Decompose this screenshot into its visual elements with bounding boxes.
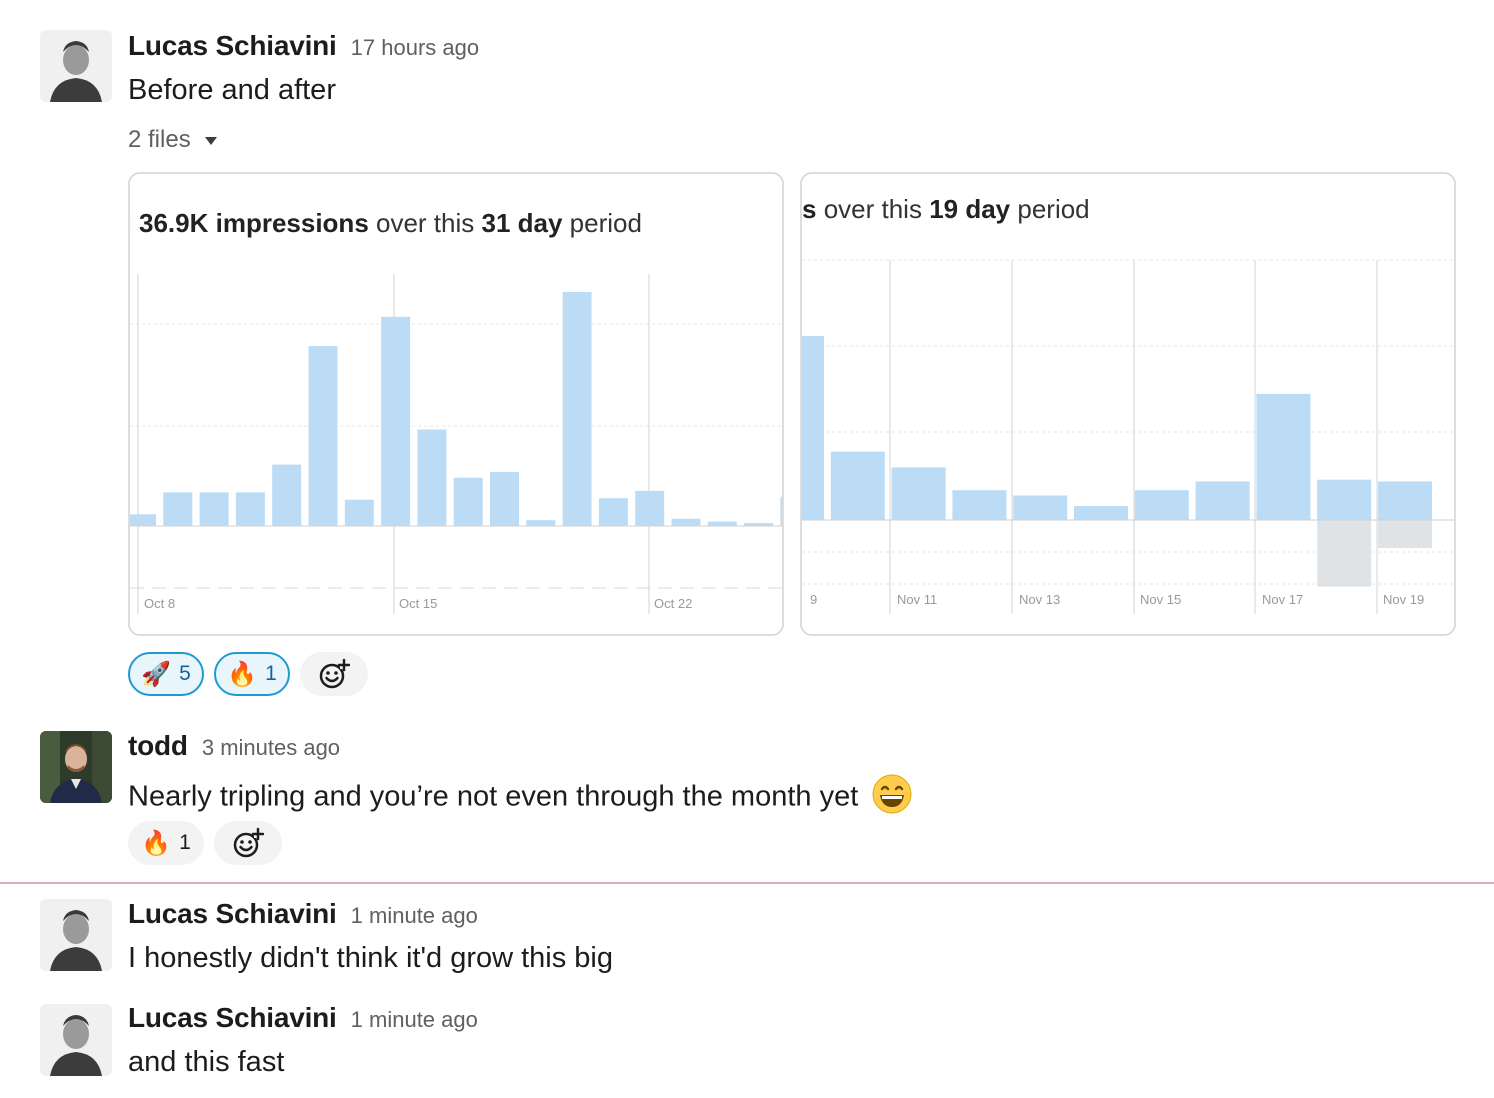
tick-label: Nov 17 <box>1262 592 1303 607</box>
bar <box>526 520 556 526</box>
bar <box>830 451 885 520</box>
grinning-face-icon <box>872 774 912 822</box>
bar <box>1317 479 1372 520</box>
bar-negative <box>1317 520 1372 587</box>
bar <box>344 499 374 526</box>
reactions-bar: 🚀 5 🔥 1 <box>128 652 368 696</box>
impressions-chart-after: 9 Nov 11 Nov 13 Nov 15 Nov 17 Nov 19 <box>802 259 1454 614</box>
fire-icon: 🔥 <box>227 660 258 688</box>
add-reaction-button[interactable] <box>300 652 368 696</box>
timestamp[interactable]: 1 minute ago <box>351 903 478 928</box>
bar <box>272 464 302 526</box>
bar <box>308 346 338 526</box>
bar <box>235 492 265 526</box>
bar <box>598 498 628 526</box>
rocket-icon: 🚀 <box>141 660 172 688</box>
bar <box>671 518 701 526</box>
reaction-rocket[interactable]: 🚀 5 <box>128 652 204 696</box>
message-text: and this fast <box>128 1046 285 1078</box>
author-name[interactable]: Lucas Schiavini 1 minute ago <box>128 1002 478 1034</box>
caret-down-icon <box>204 136 217 145</box>
avatar[interactable] <box>40 1004 112 1076</box>
bar <box>1134 490 1189 520</box>
files-label: 2 files <box>128 126 191 153</box>
avatar[interactable] <box>40 30 112 102</box>
bar <box>1074 505 1128 520</box>
avatar[interactable] <box>40 899 112 971</box>
author-name[interactable]: Lucas Schiavini 17 hours ago <box>128 30 479 62</box>
message-text: Before and after <box>128 74 336 106</box>
tick-label: Nov 11 <box>897 592 937 607</box>
tick-label: 9 <box>810 592 817 607</box>
avatar[interactable] <box>40 731 112 803</box>
reaction-count: 1 <box>179 831 191 854</box>
fire-icon: 🔥 <box>141 829 172 857</box>
bar <box>199 492 229 526</box>
tick-label: Oct 22 <box>654 596 692 611</box>
bar <box>130 514 156 526</box>
tick-label: Oct 15 <box>399 596 437 611</box>
reactions-bar: 🔥 1 <box>128 821 282 865</box>
new-messages-divider <box>0 882 1494 884</box>
bar <box>635 490 665 526</box>
tick-label: Oct 8 <box>144 596 175 611</box>
author-name[interactable]: todd 3 minutes ago <box>128 730 340 762</box>
add-reaction-button[interactable] <box>214 821 282 865</box>
bar <box>707 521 737 526</box>
chart-title: l 36.9K impressions over this 31 day per… <box>130 208 642 238</box>
bar <box>381 316 411 526</box>
bar <box>802 336 824 520</box>
add-emoji-icon <box>233 827 264 858</box>
tick-label: Nov 13 <box>1019 592 1060 607</box>
bar <box>744 523 774 526</box>
bar <box>780 496 782 526</box>
tick-label: Nov 19 <box>1383 592 1424 607</box>
bar <box>562 292 592 526</box>
timestamp[interactable]: 3 minutes ago <box>202 735 340 760</box>
bar <box>1013 495 1068 520</box>
reaction-count: 5 <box>179 662 191 685</box>
bar <box>490 471 519 526</box>
timestamp[interactable]: 1 minute ago <box>351 1007 478 1032</box>
files-toggle[interactable]: 2 files <box>128 126 217 154</box>
reaction-count: 1 <box>265 662 277 685</box>
bar <box>417 429 447 526</box>
bar <box>1195 481 1250 520</box>
message-text: Nearly tripling and you’re not even thro… <box>128 774 912 822</box>
message-text-body: Nearly tripling and you’re not even thro… <box>128 780 859 813</box>
message-text: I honestly didn't think it'd grow this b… <box>128 942 613 974</box>
bar <box>1378 481 1432 520</box>
tick-label: Nov 15 <box>1140 592 1181 607</box>
bar <box>891 467 946 520</box>
chart-title: s over this 19 day period <box>802 194 1090 224</box>
bar <box>453 477 483 526</box>
file-preview-before[interactable]: l 36.9K impressions over this 31 day per… <box>128 172 784 636</box>
bar <box>1256 393 1311 520</box>
bar-negative <box>1378 520 1432 549</box>
timestamp[interactable]: 17 hours ago <box>351 35 479 60</box>
add-emoji-icon <box>319 658 350 689</box>
bar <box>163 492 193 526</box>
author-name[interactable]: Lucas Schiavini 1 minute ago <box>128 898 478 930</box>
file-preview-after[interactable]: s over this 19 day period 9 Nov 11 Nov 13 N… <box>800 172 1456 636</box>
impressions-chart-before: Oct 8 Oct 15 Oct 22 <box>130 274 782 614</box>
bar <box>952 490 1007 520</box>
reaction-fire[interactable]: 🔥 1 <box>128 821 204 865</box>
reaction-fire[interactable]: 🔥 1 <box>214 652 290 696</box>
